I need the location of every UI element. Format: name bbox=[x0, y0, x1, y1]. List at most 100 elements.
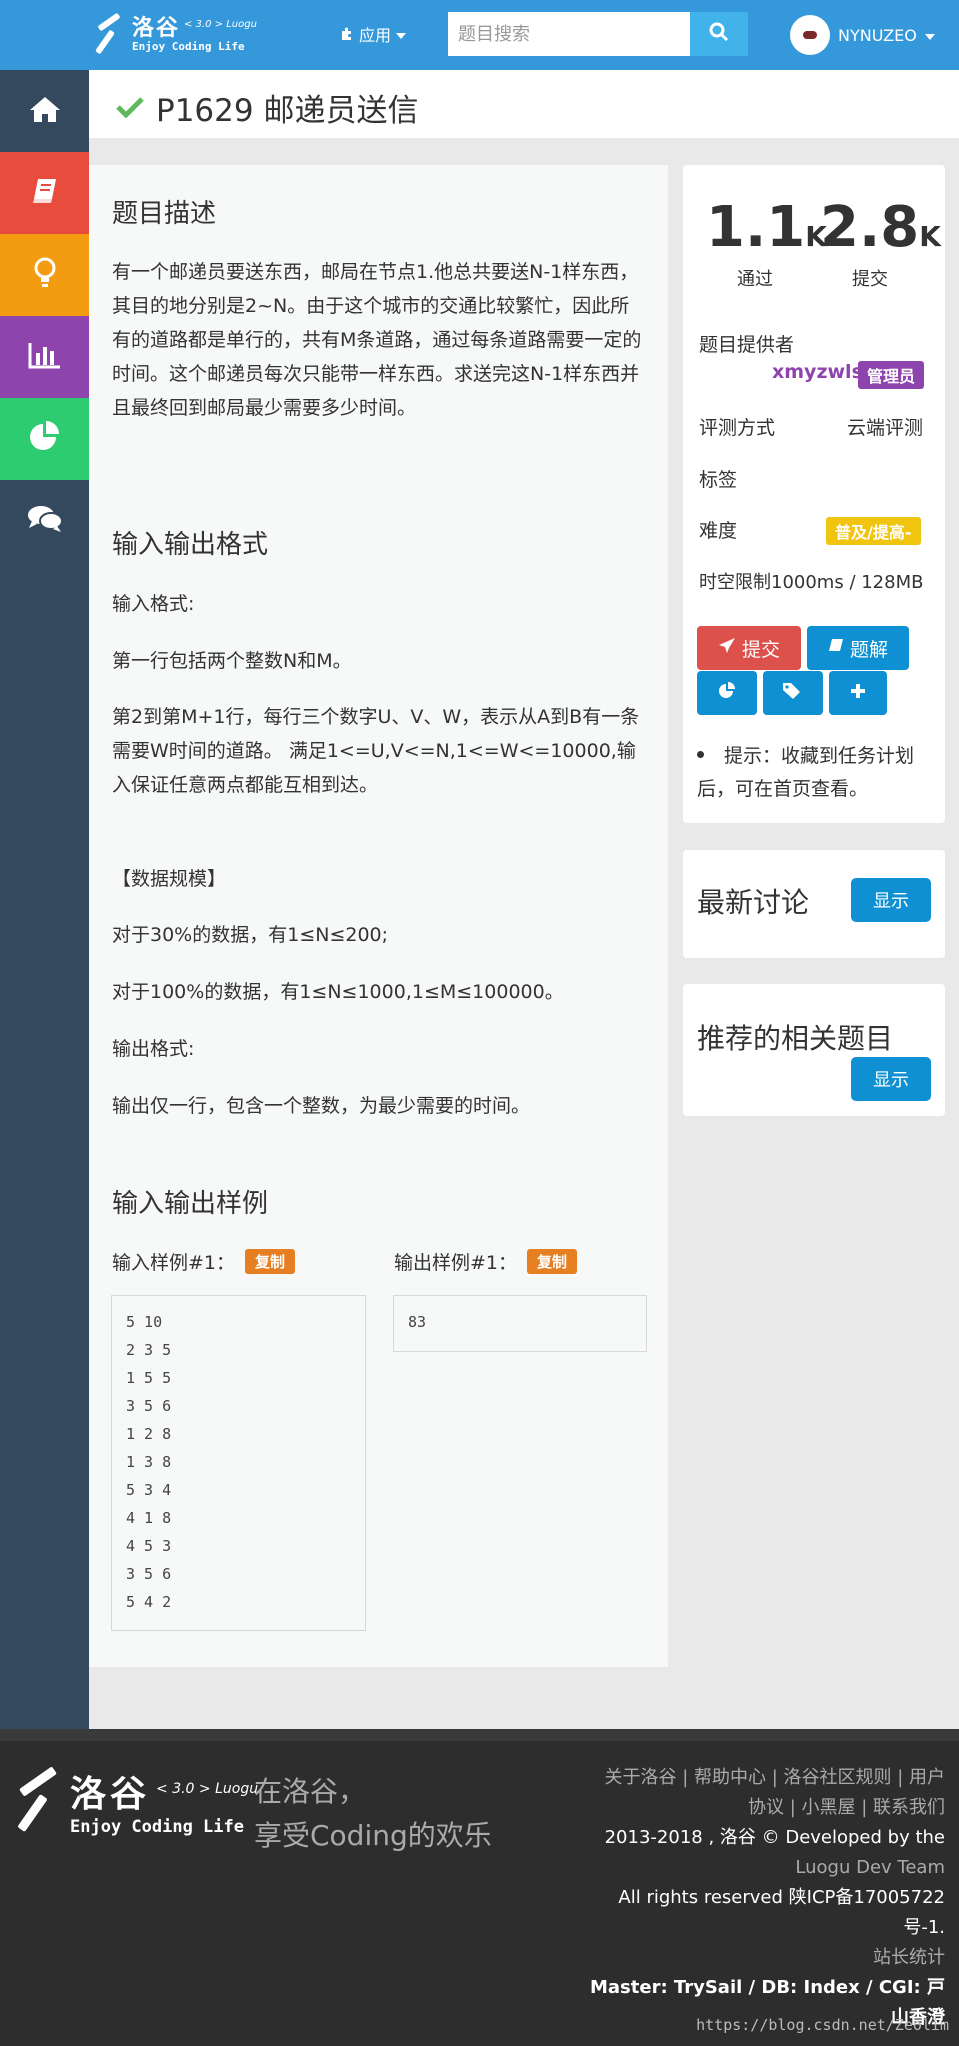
footer-links-line1[interactable]: 关于洛谷 | 帮助中心 | 洛谷社区规则 | 用户 bbox=[585, 1763, 945, 1793]
related-heading: 推荐的相关题目 bbox=[697, 1022, 894, 1055]
footer-slogan: 在洛谷， 享受Coding的欢乐 bbox=[254, 1770, 492, 1858]
submit-label: 提交 bbox=[741, 638, 780, 661]
difficulty-label: 难度 bbox=[699, 520, 738, 542]
plus-icon bbox=[850, 682, 866, 704]
tags-button[interactable] bbox=[763, 671, 823, 715]
footer-dev-team[interactable]: Luogu Dev Team bbox=[585, 1853, 945, 1883]
apps-menu[interactable]: 应用 bbox=[340, 22, 407, 46]
luogu-logo[interactable]: 洛谷 < 3.0 > Luogu Enjoy Coding Life bbox=[94, 10, 257, 60]
logo-version: < 3.0 > Luogu bbox=[184, 18, 257, 30]
data-scale-title: 【数据规模】 bbox=[112, 868, 227, 890]
solution-button[interactable]: 题解 bbox=[807, 626, 909, 670]
submit-button[interactable]: 提交 bbox=[697, 626, 801, 670]
caret-down-icon bbox=[924, 26, 935, 45]
page-title: P1629 邮递员送信 bbox=[156, 93, 419, 129]
watermark: https://blog.csdn.net/Zeolim bbox=[696, 2016, 949, 2034]
admin-badge: 管理员 bbox=[858, 361, 925, 389]
avatar bbox=[790, 15, 830, 55]
judge-value: 云端评测 bbox=[847, 417, 924, 439]
paper-plane-icon bbox=[718, 637, 736, 660]
footer-logo-mark bbox=[14, 1769, 64, 1833]
input-sample-label-row: 输入样例#1： 复制 bbox=[112, 1248, 296, 1275]
problem-info-card bbox=[683, 165, 945, 823]
footer-links: 关于洛谷 | 帮助中心 | 洛谷社区规则 | 用户 协议 | 小黑屋 | 联系我… bbox=[585, 1763, 945, 2033]
description-text: 有一个邮递员要送东西，邮局在节点1.他总共要送N-1样东西，其目的地分别是2~N… bbox=[112, 261, 642, 419]
description-heading: 题目描述 bbox=[112, 199, 217, 229]
footer-logo-cn: 洛谷 bbox=[70, 1774, 151, 1815]
luogu-logo-mark bbox=[94, 15, 126, 55]
lightbulb-icon bbox=[33, 257, 57, 293]
copy-input-button[interactable]: 复制 bbox=[245, 1249, 296, 1274]
sidebar-item-training[interactable] bbox=[0, 234, 89, 316]
solution-label: 题解 bbox=[849, 638, 888, 661]
sidebar-item-home[interactable] bbox=[0, 70, 89, 152]
logo-en-text: Enjoy Coding Life bbox=[132, 40, 245, 54]
user-menu[interactable]: NYNUZEO bbox=[790, 15, 935, 55]
search-icon bbox=[709, 22, 729, 46]
provider-label: 题目提供者 bbox=[699, 334, 795, 356]
submit-label: 提交 bbox=[852, 269, 888, 290]
footer-logo-en: Enjoy Coding Life bbox=[70, 1817, 244, 1837]
passed-label: 通过 bbox=[737, 269, 773, 290]
output-line: 输出仅一行，包含一个整数，为最少需要的时间。 bbox=[112, 1095, 531, 1117]
apps-label: 应用 bbox=[359, 26, 392, 45]
book-icon bbox=[30, 176, 60, 210]
search-button[interactable] bbox=[690, 12, 748, 56]
statistics-button[interactable] bbox=[697, 671, 757, 715]
sidebar-item-problems[interactable] bbox=[0, 152, 89, 234]
task-tip: 提示：收藏到任务计划后，可在首页查看。 bbox=[697, 745, 915, 800]
caret-down-icon bbox=[396, 25, 407, 44]
check-icon bbox=[116, 90, 144, 126]
output-sample-label: 输出样例#1： bbox=[394, 1252, 518, 1274]
data-scale-30: 对于30%的数据，有1≤N≤200; bbox=[112, 924, 389, 946]
output-format-label: 输出格式: bbox=[112, 1038, 195, 1060]
sidebar-item-contests[interactable] bbox=[0, 398, 89, 480]
pie-chart-icon bbox=[28, 420, 62, 458]
bullet-icon bbox=[697, 751, 704, 758]
passed-count: 1.1K bbox=[706, 195, 827, 260]
comments-icon bbox=[27, 504, 63, 538]
submit-count: 2.8K bbox=[820, 195, 941, 260]
footer-slogan-line2: 享受Coding的欢乐 bbox=[254, 1819, 492, 1852]
search-input[interactable] bbox=[448, 12, 690, 56]
tags-icon bbox=[782, 682, 804, 705]
difficulty-badge[interactable]: 普及/提高- bbox=[826, 517, 921, 545]
puzzle-icon bbox=[340, 25, 354, 44]
input-sample-box[interactable]: 5 10 2 3 5 1 5 5 3 5 6 1 2 8 1 3 8 5 3 4… bbox=[111, 1295, 366, 1631]
sidebar-item-discuss[interactable] bbox=[0, 480, 89, 562]
input-line-2: 第2到第M+1行，每行三个数字U、V、W，表示从A到B有一条需要W时间的道路。 … bbox=[112, 706, 640, 796]
input-sample-label: 输入样例#1： bbox=[112, 1252, 236, 1274]
footer-rights: All rights reserved 陕ICP备17005722号-1. bbox=[618, 1887, 945, 1938]
footer-copyright: 2013-2018 , 洛谷 © Developed by the bbox=[604, 1827, 945, 1848]
footer-slogan-line1: 在洛谷， bbox=[254, 1775, 367, 1808]
book-icon bbox=[828, 637, 844, 659]
limits-text: 时空限制1000ms / 128MB bbox=[699, 572, 924, 593]
provider-name[interactable]: xmyzwls bbox=[772, 361, 863, 383]
judge-label: 评测方式 bbox=[699, 417, 776, 439]
sidebar-item-ranking[interactable] bbox=[0, 316, 89, 398]
logo-cn-text: 洛谷 bbox=[132, 15, 181, 41]
samples-heading: 输入输出样例 bbox=[112, 1189, 269, 1219]
io-heading: 输入输出格式 bbox=[112, 530, 269, 560]
discussion-heading: 最新讨论 bbox=[697, 886, 810, 919]
show-discussion-button[interactable]: 显示 bbox=[851, 878, 931, 922]
input-line-1: 第一行包括两个整数N和M。 bbox=[112, 650, 352, 672]
show-related-button[interactable]: 显示 bbox=[851, 1057, 931, 1101]
bar-chart-icon bbox=[28, 341, 62, 373]
add-to-task-button[interactable] bbox=[829, 671, 887, 715]
output-sample-box[interactable]: 83 bbox=[393, 1295, 647, 1352]
tags-label: 标签 bbox=[699, 469, 738, 491]
output-sample-label-row: 输出样例#1： 复制 bbox=[394, 1248, 578, 1275]
footer-stats-link[interactable]: 站长统计 bbox=[585, 1943, 945, 1973]
input-format-label: 输入格式: bbox=[112, 593, 195, 615]
username: NYNUZEO bbox=[838, 25, 917, 45]
home-icon bbox=[29, 95, 61, 127]
footer-logo-version: < 3.0 > Luogu bbox=[156, 1781, 259, 1797]
footer-links-line2[interactable]: 协议 | 小黑屋 | 联系我们 bbox=[585, 1793, 945, 1823]
pie-chart-icon bbox=[718, 681, 736, 705]
problem-title-row: P1629 邮递员送信 bbox=[116, 85, 418, 130]
copy-output-button[interactable]: 复制 bbox=[527, 1249, 578, 1274]
data-scale-100: 对于100%的数据，有1≤N≤1000,1≤M≤100000。 bbox=[112, 981, 564, 1003]
footer-logo: 洛谷 < 3.0 > Luogu Enjoy Coding Life bbox=[14, 1765, 258, 1837]
footer-divider bbox=[0, 1729, 959, 1741]
